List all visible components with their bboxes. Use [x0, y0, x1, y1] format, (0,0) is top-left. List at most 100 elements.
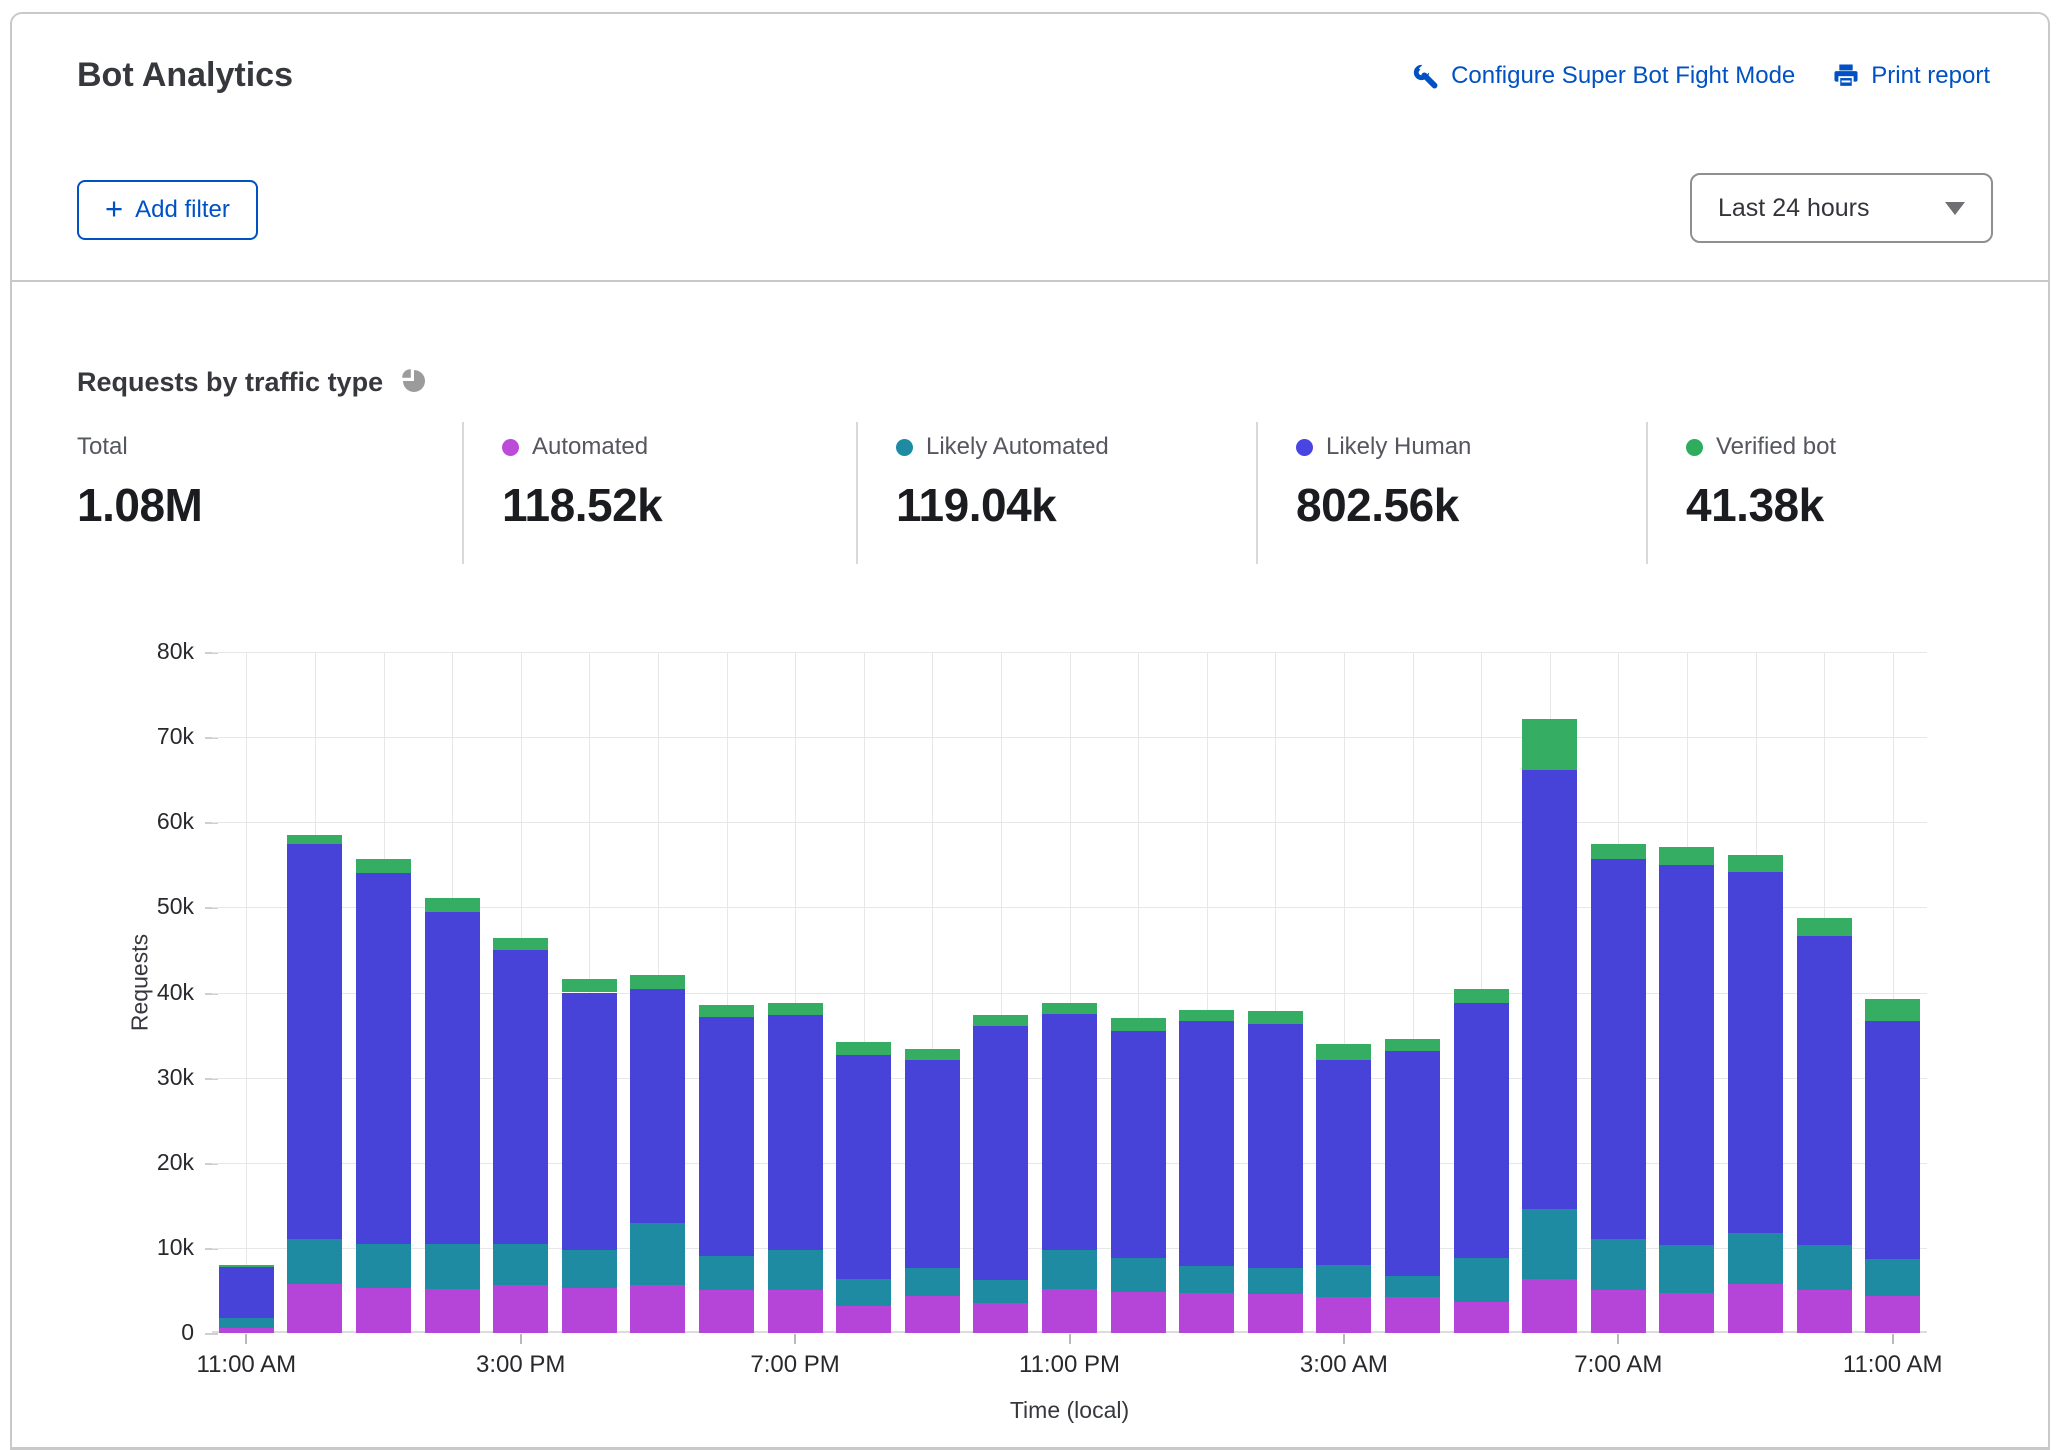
add-filter-button[interactable]: + Add filter [77, 180, 258, 240]
bar-segment[interactable] [219, 1318, 274, 1328]
bar-segment[interactable] [1454, 989, 1509, 1003]
configure-super-bot-fight-mode-link[interactable]: Configure Super Bot Fight Mode [1412, 62, 1795, 90]
bar-segment[interactable] [562, 1288, 617, 1333]
bar-segment[interactable] [1179, 1021, 1234, 1265]
bar-segment[interactable] [1042, 1014, 1097, 1251]
bar-segment[interactable] [1865, 1021, 1920, 1258]
bar-segment[interactable] [1591, 844, 1646, 859]
bar-segment[interactable] [1111, 1258, 1166, 1292]
bar-segment[interactable] [1865, 1296, 1920, 1333]
bar-segment[interactable] [1797, 918, 1852, 936]
bar-segment[interactable] [1042, 1289, 1097, 1333]
bar-segment[interactable] [1522, 1279, 1577, 1333]
bar-segment[interactable] [425, 1289, 480, 1333]
bar-segment[interactable] [1179, 1266, 1234, 1293]
bar-segment[interactable] [1659, 1293, 1714, 1333]
bar-segment[interactable] [973, 1303, 1028, 1333]
bar-segment[interactable] [630, 989, 685, 1223]
bar-segment[interactable] [1797, 1290, 1852, 1333]
bar-segment[interactable] [1248, 1011, 1303, 1024]
bar-segment[interactable] [1179, 1293, 1234, 1333]
bar-segment[interactable] [1865, 1259, 1920, 1296]
bar-segment[interactable] [562, 993, 617, 1251]
bar-segment[interactable] [1659, 847, 1714, 865]
bar-segment[interactable] [1797, 936, 1852, 1245]
time-range-select[interactable]: Last 24 hours [1690, 173, 1993, 243]
bar-segment[interactable] [1111, 1018, 1166, 1031]
bar-segment[interactable] [1797, 1245, 1852, 1289]
bar-segment[interactable] [973, 1280, 1028, 1303]
bar-segment[interactable] [1522, 719, 1577, 770]
bar-segment[interactable] [1454, 1302, 1509, 1333]
bar-segment[interactable] [1042, 1250, 1097, 1288]
bar-segment[interactable] [1385, 1039, 1440, 1051]
bar-segment[interactable] [425, 1244, 480, 1289]
bar-segment[interactable] [973, 1015, 1028, 1026]
bar-segment[interactable] [905, 1268, 960, 1296]
bar-segment[interactable] [356, 873, 411, 1244]
bar-segment[interactable] [1454, 1003, 1509, 1258]
bar-segment[interactable] [219, 1267, 274, 1317]
bar-segment[interactable] [1179, 1010, 1234, 1021]
bar-segment[interactable] [493, 1244, 548, 1286]
bar-segment[interactable] [905, 1296, 960, 1333]
bar-segment[interactable] [630, 1223, 685, 1285]
bar-segment[interactable] [287, 1284, 342, 1333]
bar-segment[interactable] [1316, 1060, 1371, 1265]
bar-segment[interactable] [768, 1250, 823, 1291]
bar-segment[interactable] [1728, 855, 1783, 872]
bar-segment[interactable] [1316, 1044, 1371, 1059]
bar-segment[interactable] [1522, 1209, 1577, 1279]
bar-segment[interactable] [425, 912, 480, 1243]
bar-segment[interactable] [768, 1003, 823, 1016]
bar-segment[interactable] [356, 859, 411, 873]
bar-segment[interactable] [1522, 770, 1577, 1208]
bar-segment[interactable] [905, 1049, 960, 1060]
bar-segment[interactable] [1316, 1297, 1371, 1333]
bar-segment[interactable] [1111, 1031, 1166, 1258]
bar-segment[interactable] [1248, 1268, 1303, 1294]
bar-segment[interactable] [1659, 1245, 1714, 1293]
bar-segment[interactable] [562, 979, 617, 993]
bar-segment[interactable] [1111, 1292, 1166, 1333]
bar-segment[interactable] [630, 1285, 685, 1333]
bar-segment[interactable] [630, 975, 685, 989]
bar-segment[interactable] [836, 1055, 891, 1280]
bar-segment[interactable] [1591, 1239, 1646, 1291]
bar-segment[interactable] [1454, 1258, 1509, 1302]
bar-segment[interactable] [1248, 1294, 1303, 1333]
bar-segment[interactable] [1728, 1233, 1783, 1283]
bar-segment[interactable] [425, 898, 480, 912]
bar-segment[interactable] [699, 1005, 754, 1017]
bar-segment[interactable] [493, 938, 548, 950]
bar-segment[interactable] [905, 1060, 960, 1269]
bar-segment[interactable] [1728, 872, 1783, 1234]
bar-segment[interactable] [287, 1239, 342, 1284]
bar-segment[interactable] [493, 1285, 548, 1333]
bar-segment[interactable] [287, 835, 342, 844]
bar-segment[interactable] [836, 1042, 891, 1055]
bar-segment[interactable] [219, 1265, 274, 1268]
bar-segment[interactable] [287, 844, 342, 1239]
bar-segment[interactable] [1316, 1265, 1371, 1297]
bar-segment[interactable] [1591, 859, 1646, 1239]
bar-segment[interactable] [1728, 1284, 1783, 1333]
bar-segment[interactable] [1385, 1276, 1440, 1297]
bar-segment[interactable] [1248, 1024, 1303, 1268]
bar-segment[interactable] [836, 1279, 891, 1305]
bar-segment[interactable] [1865, 999, 1920, 1021]
bar-segment[interactable] [356, 1244, 411, 1287]
bar-segment[interactable] [562, 1250, 617, 1287]
bar-segment[interactable] [699, 1017, 754, 1256]
bar-segment[interactable] [836, 1306, 891, 1333]
bar-segment[interactable] [1385, 1297, 1440, 1333]
bar-segment[interactable] [1659, 865, 1714, 1246]
bar-segment[interactable] [768, 1015, 823, 1249]
bar-segment[interactable] [973, 1026, 1028, 1281]
bar-segment[interactable] [356, 1288, 411, 1333]
bar-segment[interactable] [699, 1256, 754, 1290]
bar-segment[interactable] [1385, 1051, 1440, 1276]
bar-segment[interactable] [699, 1290, 754, 1333]
bar-segment[interactable] [768, 1290, 823, 1333]
bar-segment[interactable] [1042, 1003, 1097, 1014]
